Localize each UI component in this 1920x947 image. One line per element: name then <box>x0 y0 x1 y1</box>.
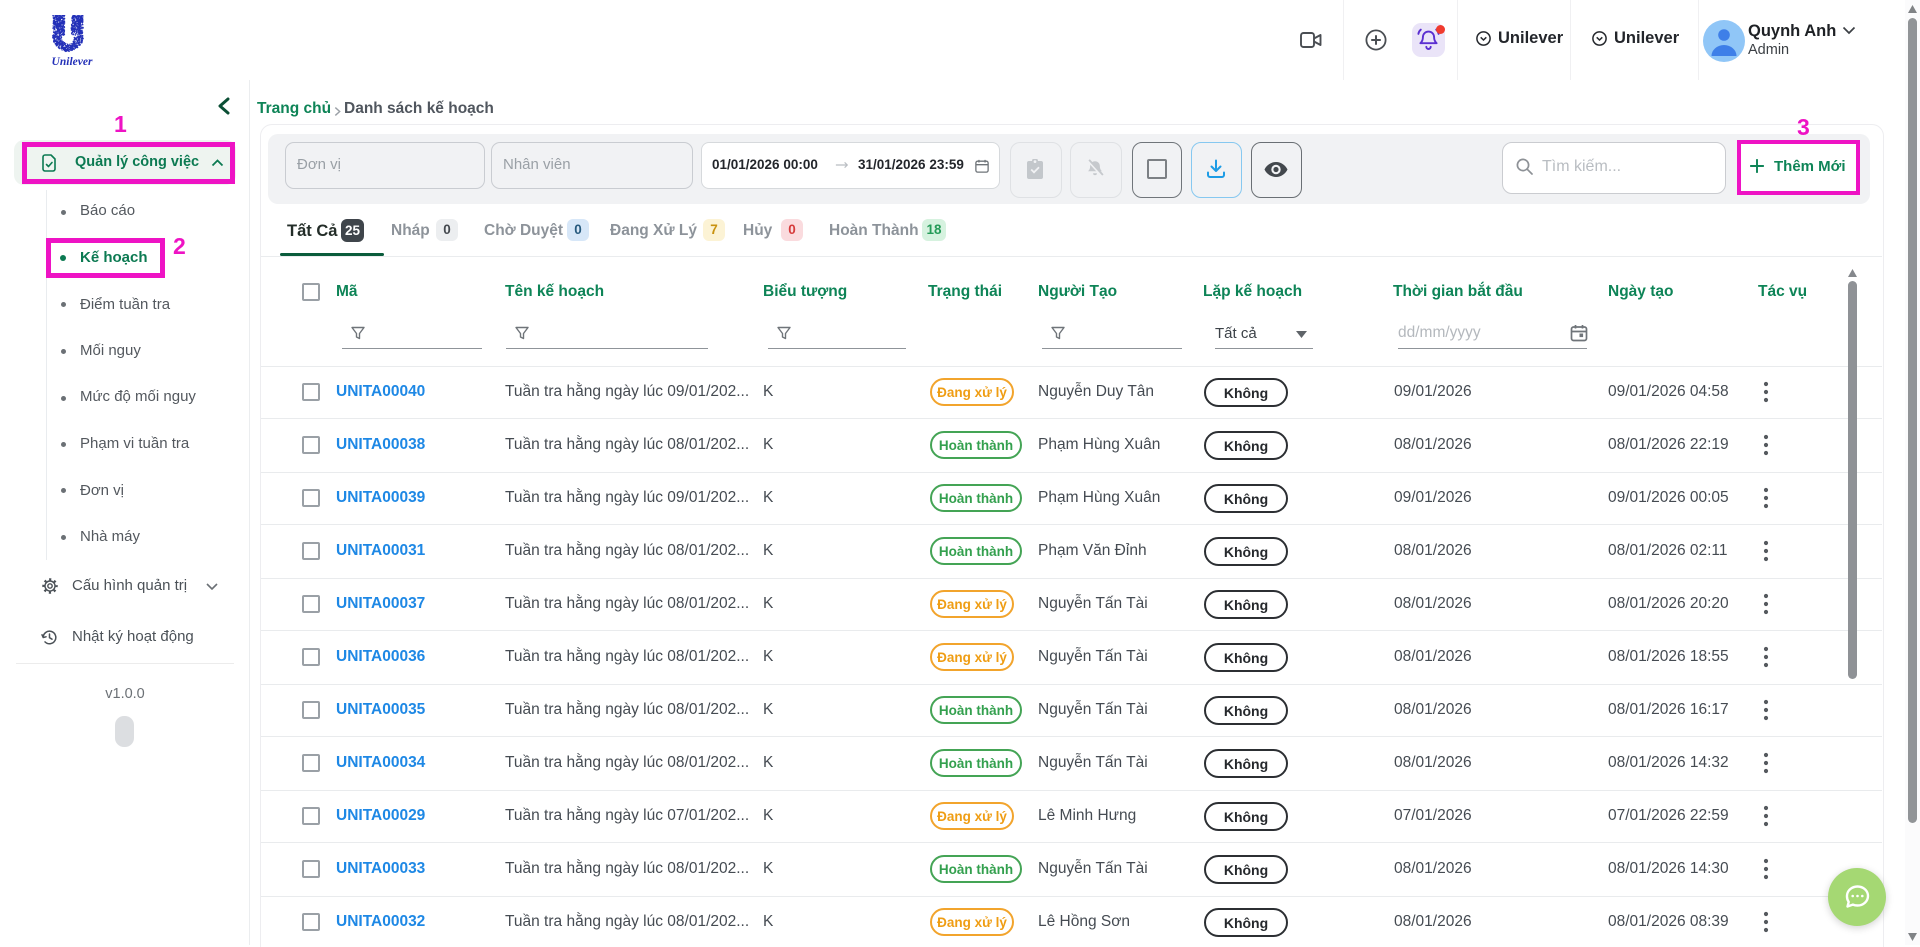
svg-text:Unilever: Unilever <box>52 56 93 68</box>
